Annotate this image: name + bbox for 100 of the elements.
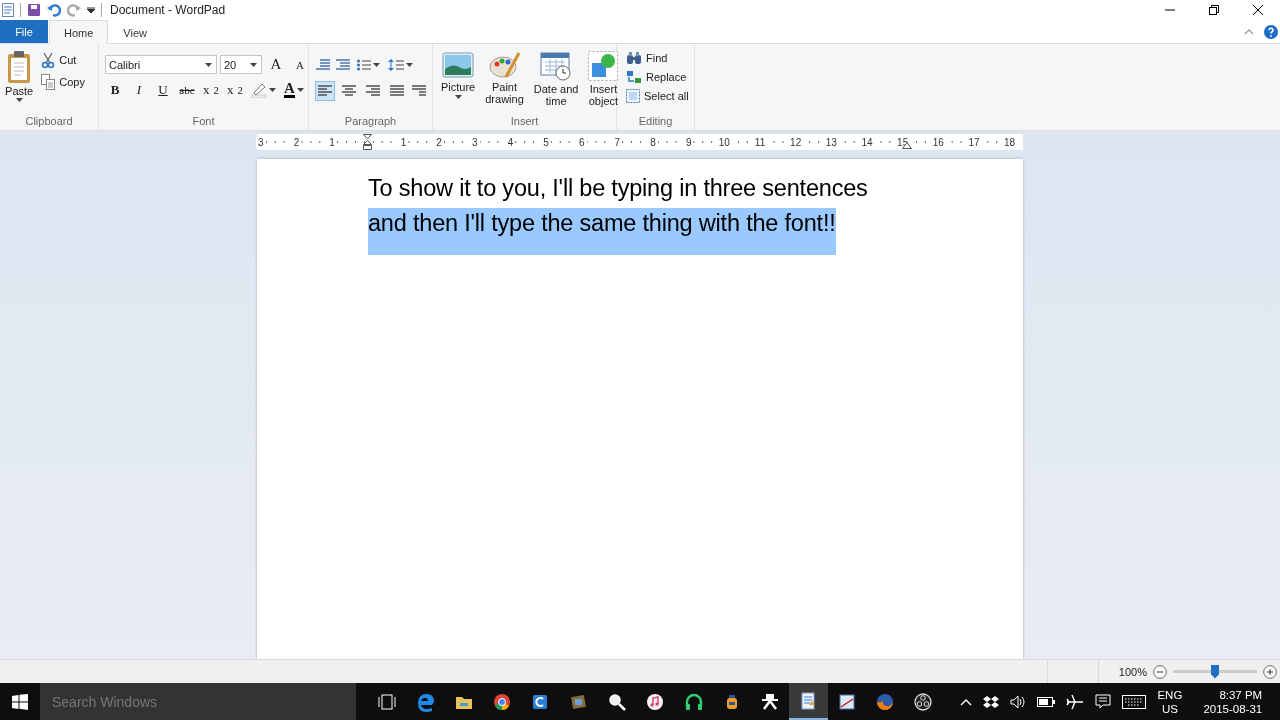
ruler-number: 10 <box>716 136 732 148</box>
ruler-number: 14 <box>859 136 875 148</box>
clipboard-icon <box>6 50 33 84</box>
group-label: Paragraph <box>343 114 398 129</box>
volume-icon[interactable] <box>1010 694 1027 709</box>
underline-button[interactable]: U <box>153 80 173 100</box>
picture-icon <box>442 51 475 79</box>
ribbon-tab[interactable]: View <box>109 21 161 43</box>
dropbox-icon[interactable] <box>983 694 1000 709</box>
shrink-font-button[interactable]: A <box>290 57 310 72</box>
bold-button[interactable]: B <box>105 80 125 100</box>
ruler-number: 3 <box>470 136 480 148</box>
ruler-number: 8 <box>648 136 658 148</box>
close-icon <box>1253 5 1263 15</box>
slider-thumb[interactable] <box>1211 664 1219 679</box>
ruler-number: 17 <box>966 136 982 148</box>
copy-button[interactable]: Copy <box>40 73 86 91</box>
strikethrough-button[interactable]: abc <box>177 80 197 100</box>
ruler-number: 1 <box>327 136 337 148</box>
increase-indent-icon[interactable] <box>335 58 351 72</box>
letter-e-logo-icon <box>415 691 436 712</box>
ruler-number: 12 <box>788 136 804 148</box>
bullet-list-icon <box>357 59 371 71</box>
ruler-number: 13 <box>823 136 839 148</box>
group-label: Insert <box>509 114 540 129</box>
caret-icon <box>250 62 257 67</box>
round-logo-icon <box>492 691 513 712</box>
scissors-icon <box>41 52 56 68</box>
task-view-icon <box>377 691 398 712</box>
show-hidden-icons-icon[interactable] <box>960 697 973 706</box>
italic-button[interactable]: I <box>129 80 149 100</box>
indent-marker-icon[interactable] <box>363 134 373 150</box>
customize-caret-icon[interactable] <box>87 7 95 13</box>
language-indicator[interactable]: ENG US <box>1157 687 1183 716</box>
help-icon[interactable] <box>1264 24 1278 39</box>
insert-paint-button[interactable]: Paint drawing <box>481 47 528 114</box>
find-button[interactable]: Find <box>625 50 690 66</box>
caret-icon <box>296 88 304 92</box>
fox-globe-icon <box>875 691 895 712</box>
restore-icon <box>1209 5 1219 15</box>
paragraph-settings-icon[interactable] <box>411 84 427 98</box>
document-text-line: To show it to you, I'll be typing in three sentences <box>368 174 868 203</box>
caret-icon <box>373 63 380 67</box>
grow-font-button[interactable]: A <box>266 55 286 74</box>
selectall-button[interactable]: Select all <box>625 88 690 104</box>
zoom-level: 100% <box>1118 665 1147 678</box>
ruler-number: 1 <box>398 136 409 148</box>
caret-icon <box>454 95 462 99</box>
group-label: Font <box>191 114 216 129</box>
caret-icon <box>205 62 212 67</box>
search-field[interactable]: Search Windows <box>40 683 356 720</box>
highlighter-icon <box>251 82 267 98</box>
insert-datetime-button[interactable]: Date and time <box>529 47 583 114</box>
airplane-icon[interactable] <box>1066 693 1085 710</box>
insert-picture-button[interactable]: Picture <box>437 47 480 114</box>
font-family-dropdown[interactable]: Calibri <box>105 55 217 74</box>
ruler-number: 7 <box>612 136 623 148</box>
zoom-out-icon[interactable] <box>1153 664 1167 679</box>
headphones-icon <box>683 691 704 712</box>
document-page[interactable]: To show it to you, I'll be typing in three sentences and then I'll type the same thing with the font!! <box>257 159 1023 659</box>
calendar-clock-icon <box>540 51 573 81</box>
group-label: Clipboard <box>24 114 74 129</box>
line-spacing-icon <box>388 58 404 72</box>
zoom-in-icon[interactable] <box>1263 664 1277 679</box>
decrease-indent-icon[interactable] <box>315 58 331 72</box>
save-icon[interactable] <box>27 3 41 17</box>
replace-button[interactable]: Replace <box>625 69 690 85</box>
caret-icon <box>269 88 276 92</box>
drawing-app-icon <box>836 691 857 712</box>
caret-icon <box>406 63 413 67</box>
magnifier-icon <box>606 691 627 712</box>
battery-icon[interactable] <box>1037 696 1056 707</box>
group-label: Editing <box>637 114 674 129</box>
ruler-number: 6 <box>576 136 587 148</box>
ruler-number: 4 <box>505 136 516 148</box>
replace-icon <box>626 70 642 84</box>
font-color-button[interactable]: A <box>282 80 306 100</box>
ruler-number: 11 <box>752 136 768 148</box>
select-all-icon <box>626 89 640 103</box>
ribbon-tab[interactable]: Home <box>49 20 109 44</box>
keyboard-icon[interactable] <box>1122 694 1147 709</box>
notification-icon[interactable] <box>1095 693 1112 710</box>
ruler-number: 3 <box>256 136 266 148</box>
insert-object-button[interactable]: Insert object <box>584 47 623 114</box>
font-size-dropdown[interactable]: 20 <box>220 55 262 74</box>
window-title: Document - WordPad <box>110 3 226 17</box>
ruler-number: 2 <box>434 136 444 148</box>
undo-icon[interactable] <box>47 3 61 17</box>
paste-caret-icon <box>15 98 23 102</box>
cut-button[interactable]: Cut <box>40 51 86 69</box>
collapse-ribbon-icon[interactable] <box>1244 28 1254 35</box>
file-menu-tab[interactable]: File <box>0 20 48 43</box>
clock[interactable]: 8:37 PM 2015-08-31 <box>1203 687 1263 716</box>
taskbar-app-button[interactable] <box>789 683 828 720</box>
paste-button[interactable]: Paste <box>4 47 35 114</box>
palette-icon <box>488 51 521 79</box>
circle-logo-icon <box>913 691 934 712</box>
copy-icon <box>41 74 56 90</box>
ruler-number: 5 <box>541 136 551 148</box>
ruler-number: 18 <box>1002 136 1018 148</box>
